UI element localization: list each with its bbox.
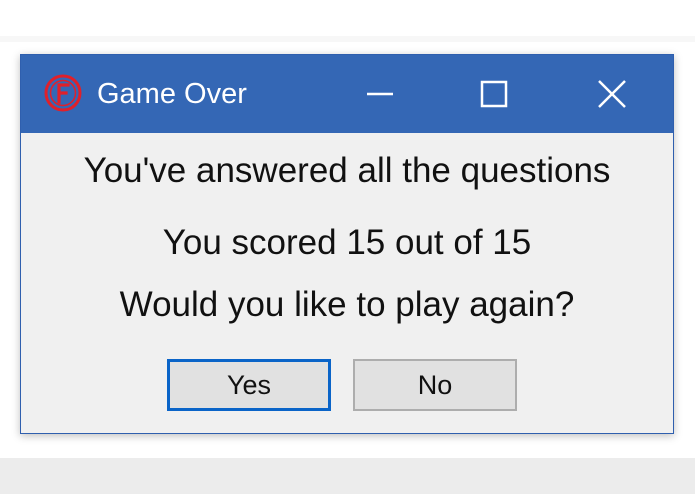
background-band-bottom (0, 458, 695, 494)
title-bar[interactable]: Game Over (21, 55, 673, 133)
window-title: Game Over (97, 78, 247, 110)
close-icon (598, 80, 626, 108)
message-line-completed: You've answered all the questions (83, 151, 611, 190)
maximize-button[interactable] (439, 55, 549, 133)
minimize-button[interactable] (325, 55, 435, 133)
message-line-prompt: Would you like to play again? (119, 285, 575, 324)
background-band-top (0, 36, 695, 42)
dialog-content: You've answered all the questions You sc… (21, 133, 673, 433)
message-line-score: You scored 15 out of 15 (162, 223, 532, 262)
no-button[interactable]: No (353, 359, 517, 411)
app-icon (44, 74, 82, 112)
game-over-dialog: Game Over You've answered all the questi… (20, 54, 674, 434)
close-button[interactable] (557, 55, 667, 133)
yes-button[interactable]: Yes (167, 359, 331, 411)
minimize-icon (367, 92, 393, 96)
maximize-icon (480, 80, 508, 108)
